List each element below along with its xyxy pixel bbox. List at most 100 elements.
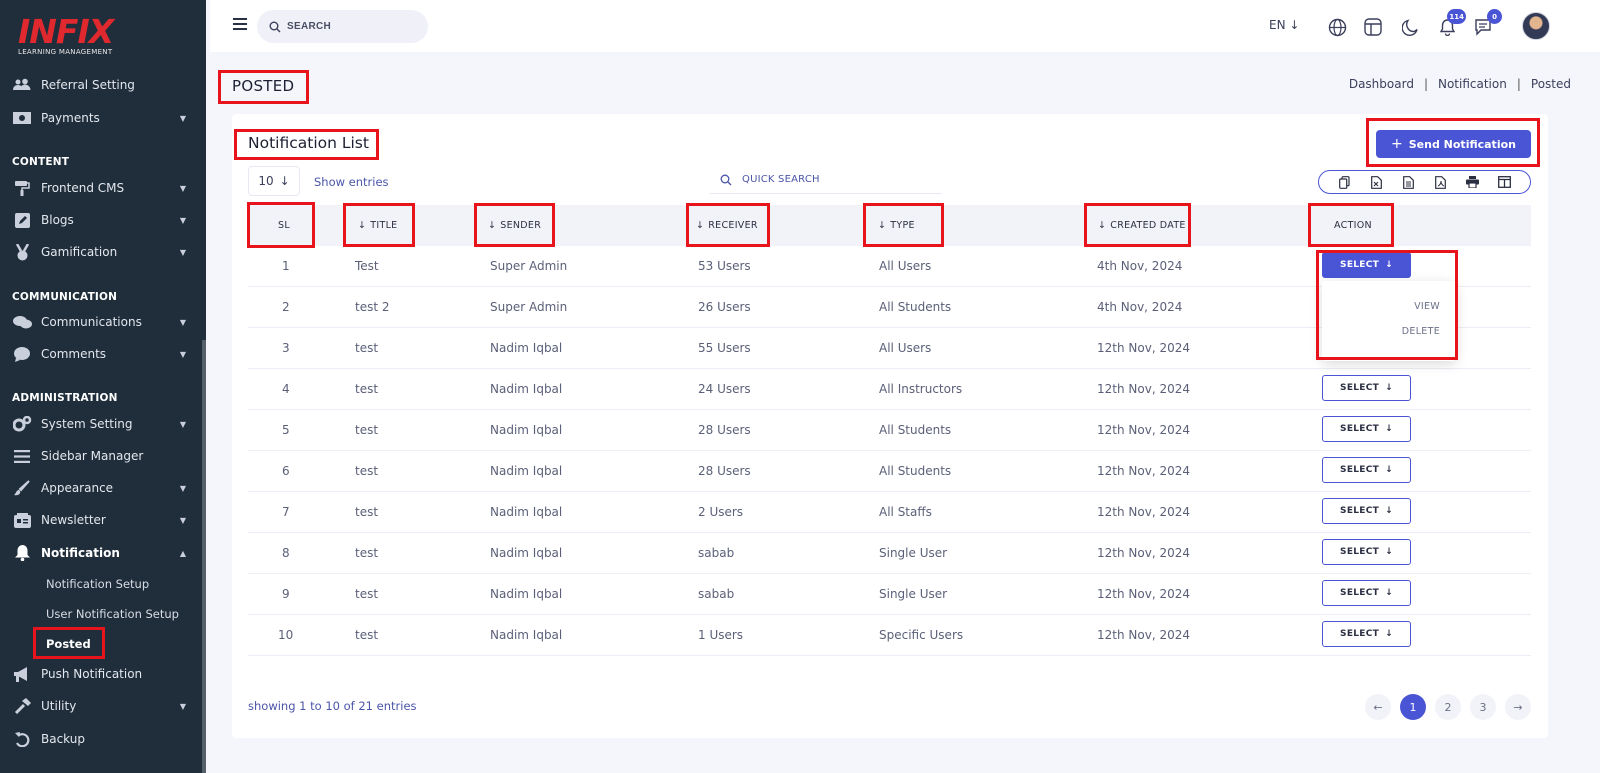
arrow-right-icon: →: [1513, 700, 1523, 714]
arrow-down-icon: ↓: [1385, 424, 1393, 434]
sidebar-item-system-setting[interactable]: System Setting ▼: [0, 410, 206, 438]
column-header-sender[interactable]: ↓ SENDER: [488, 205, 541, 246]
sidebar-item-comments[interactable]: Comments ▼: [0, 340, 206, 368]
select-action-button[interactable]: SELECT ↓: [1322, 498, 1411, 524]
cell-receiver: sabab: [698, 546, 735, 560]
cell-receiver: 26 Users: [698, 300, 751, 314]
language-select[interactable]: EN ↓: [1269, 18, 1299, 32]
cell-type: Single User: [879, 587, 948, 601]
cell-title: Test: [355, 259, 379, 273]
sidebar-item-push-notification[interactable]: Push Notification: [0, 660, 206, 688]
page-button-2[interactable]: 2: [1435, 694, 1461, 720]
select-action-button[interactable]: SELECT ↓: [1322, 375, 1411, 401]
section-communication: COMMUNICATION: [12, 291, 118, 303]
newsletter-icon: [12, 511, 32, 529]
column-header-created-date[interactable]: ↓ CREATED DATE: [1098, 205, 1186, 246]
column-header-action: ACTION: [1334, 205, 1372, 246]
breadcrumb-dashboard[interactable]: Dashboard: [1349, 77, 1414, 91]
message-icon[interactable]: 0: [1472, 9, 1502, 38]
sidebar-item-referral-setting[interactable]: Referral Setting: [0, 71, 206, 99]
sidebar-scrollbar[interactable]: [202, 340, 206, 773]
cell-sl: 8: [282, 546, 290, 560]
globe-icon[interactable]: [1326, 16, 1348, 38]
sidebar-item-gamification[interactable]: Gamification ▼: [0, 238, 206, 266]
cell-type: All Staffs: [879, 505, 932, 519]
select-action-button[interactable]: SELECT ↓: [1322, 416, 1411, 442]
menu-toggle-icon[interactable]: [233, 18, 247, 30]
cell-sender: Nadim Iqbal: [490, 382, 563, 396]
prev-page-button[interactable]: ←: [1365, 694, 1391, 720]
sidebar-item-sidebar-manager[interactable]: Sidebar Manager: [0, 442, 206, 470]
print-icon[interactable]: [1461, 173, 1483, 191]
dropdown-item-view[interactable]: VIEW: [1414, 301, 1440, 312]
sidebar-item-label: Notification: [41, 546, 120, 560]
sidebar-item-payments[interactable]: Payments ▼: [0, 104, 206, 132]
sidebar-subitem-notification-setup[interactable]: Notification Setup: [46, 577, 149, 591]
arrow-down-icon: ↓: [1289, 18, 1300, 32]
sidebar-item-blogs[interactable]: Blogs ▼: [0, 206, 206, 234]
megaphone-icon: [12, 665, 32, 683]
copy-icon[interactable]: [1334, 173, 1356, 191]
sidebar-subitem-user-notification-setup[interactable]: User Notification Setup: [46, 607, 179, 621]
quick-search-input[interactable]: [742, 174, 922, 185]
sidebar-item-label: Backup: [41, 732, 85, 746]
notification-count-badge: 114: [1447, 9, 1466, 24]
select-action-button[interactable]: SELECT ↓: [1322, 539, 1411, 565]
cell-receiver: 55 Users: [698, 341, 751, 355]
table-row: 9 test Nadim Iqbal sabab Single User 12t…: [248, 574, 1531, 615]
bell-icon[interactable]: 114: [1436, 9, 1466, 38]
cell-created-date: 12th Nov, 2024: [1097, 464, 1190, 478]
sidebar-subitem-posted[interactable]: Posted: [46, 637, 91, 651]
sidebar-item-communications[interactable]: Communications ▼: [0, 308, 206, 336]
sidebar-item-label: Utility: [41, 699, 77, 713]
comment-icon: [12, 345, 32, 363]
quick-search-box[interactable]: [710, 166, 942, 194]
column-header-type[interactable]: ↓ TYPE: [878, 205, 915, 246]
cell-created-date: 4th Nov, 2024: [1097, 259, 1183, 273]
select-action-button[interactable]: SELECT ↓: [1322, 580, 1411, 606]
column-header-sl[interactable]: SL: [278, 205, 290, 246]
send-notification-button[interactable]: + Send Notification: [1376, 130, 1531, 158]
avatar[interactable]: [1522, 12, 1550, 40]
search-input[interactable]: [287, 21, 407, 32]
select-action-button[interactable]: SELECT ↓: [1322, 457, 1411, 483]
next-page-button[interactable]: →: [1505, 694, 1531, 720]
select-action-button[interactable]: SELECT ↓: [1322, 621, 1411, 647]
pdf-icon[interactable]: [1429, 173, 1451, 191]
caret-down-icon: ▼: [179, 113, 186, 123]
sidebar-item-frontend-cms[interactable]: Frontend CMS ▼: [0, 174, 206, 202]
column-header-receiver[interactable]: ↓ RECEIVER: [696, 205, 758, 246]
breadcrumb-notification[interactable]: Notification: [1438, 77, 1507, 91]
cell-receiver: 24 Users: [698, 382, 751, 396]
csv-icon[interactable]: [1398, 173, 1420, 191]
cell-sl: 7: [282, 505, 290, 519]
table-row: 10 test Nadim Iqbal 1 Users Specific Use…: [248, 615, 1531, 656]
sidebar-item-notification[interactable]: Notification ▲: [0, 539, 206, 567]
cell-title: test: [355, 628, 379, 642]
sidebar-item-label: Communications: [41, 315, 142, 329]
column-header-title[interactable]: ↓ TITLE: [358, 205, 397, 246]
search-box[interactable]: [257, 10, 428, 43]
chat-icon: [12, 313, 32, 331]
sidebar-item-newsletter[interactable]: Newsletter ▼: [0, 506, 206, 534]
logo[interactable]: INFIX LEARNING MANAGEMENT: [18, 14, 114, 57]
dropdown-item-delete[interactable]: DELETE: [1402, 326, 1440, 337]
gears-icon: [12, 415, 32, 433]
cell-sl: 10: [278, 628, 294, 642]
cell-sender: Nadim Iqbal: [490, 628, 563, 642]
page-button-3[interactable]: 3: [1470, 694, 1496, 720]
page-length-select[interactable]: 10 ↓: [248, 166, 300, 196]
select-action-button[interactable]: SELECT ↓: [1322, 252, 1411, 278]
layout-icon[interactable]: [1362, 16, 1384, 38]
sidebar-item-backup[interactable]: Backup: [0, 725, 206, 753]
excel-icon[interactable]: [1366, 173, 1388, 191]
caret-down-icon: ▼: [179, 215, 186, 225]
page-button-1[interactable]: 1: [1400, 694, 1426, 720]
sidebar-item-appearance[interactable]: Appearance ▼: [0, 474, 206, 502]
sidebar-item-label: Payments: [41, 111, 100, 125]
moon-icon[interactable]: [1399, 16, 1421, 38]
medal-icon: [12, 243, 32, 261]
arrow-left-icon: ←: [1373, 700, 1383, 714]
sidebar-item-utility[interactable]: Utility ▼: [0, 692, 206, 720]
columns-icon[interactable]: [1493, 173, 1515, 191]
